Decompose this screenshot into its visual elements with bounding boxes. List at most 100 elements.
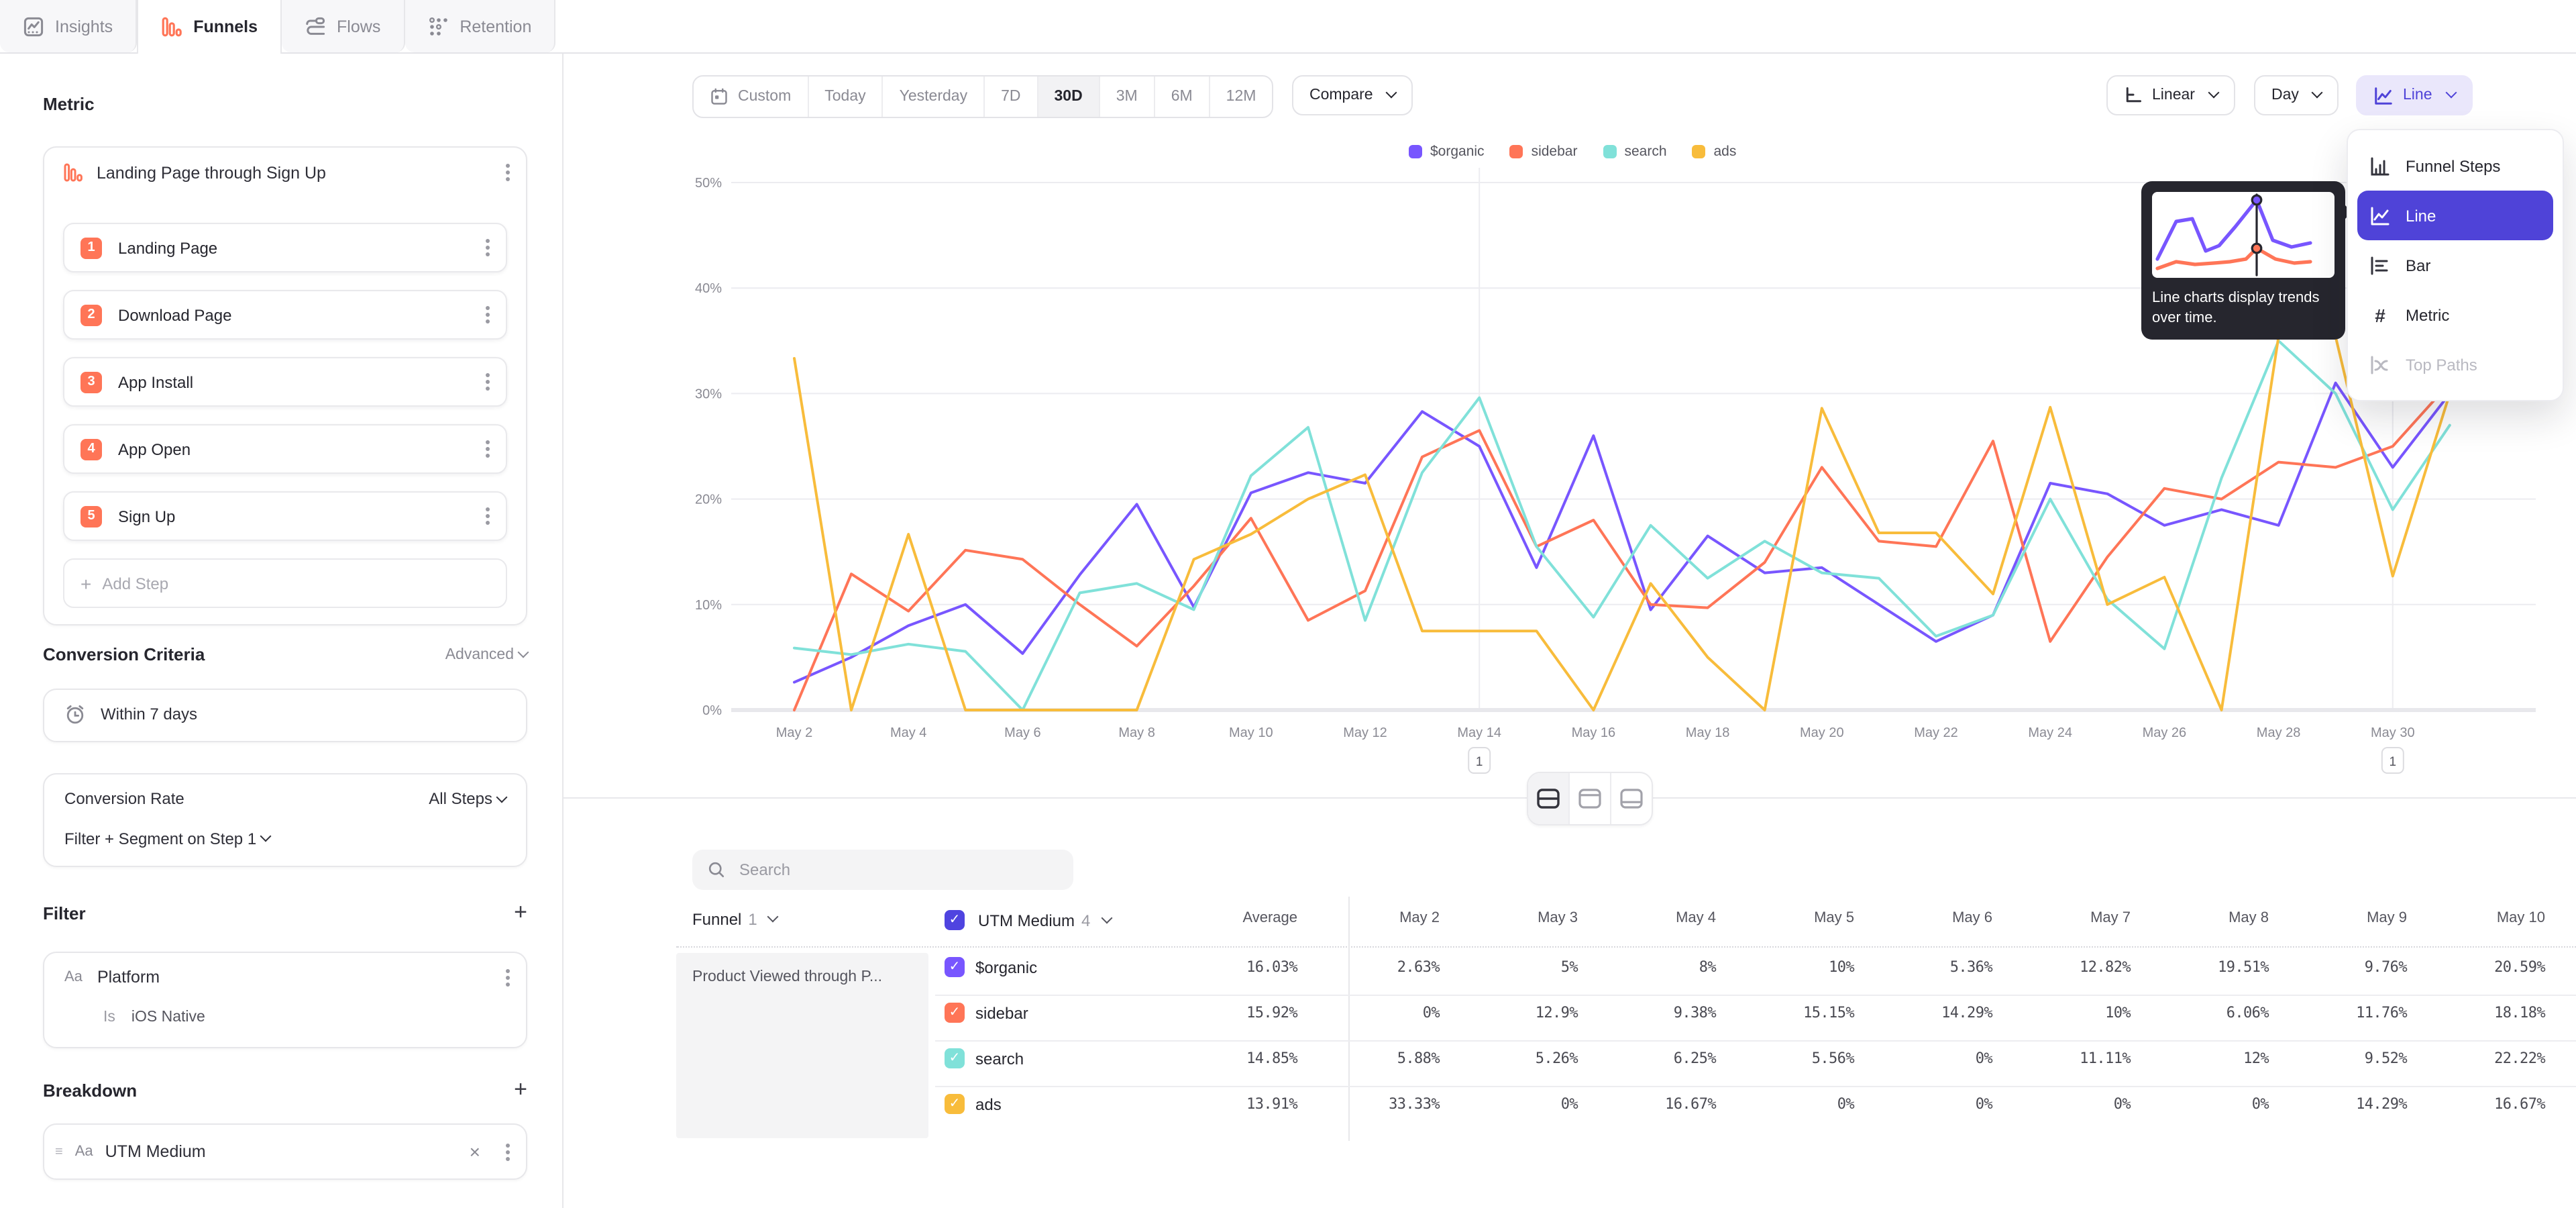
table-value-cell: 33.33%	[1292, 1095, 1440, 1113]
step-label: App Open	[118, 440, 470, 458]
table-search-input[interactable]: Search	[692, 850, 1073, 890]
legend-item-ads[interactable]: ads	[1693, 144, 1737, 160]
step-kebab-icon[interactable]	[486, 380, 490, 384]
table-value-cell: 9.52%	[2259, 1050, 2407, 1067]
table-value-cell: 10%	[1707, 958, 1854, 976]
legend-item-search[interactable]: search	[1603, 144, 1666, 160]
legend-item-organic[interactable]: $organic	[1409, 144, 1485, 160]
legend-item-sidebar[interactable]: sidebar	[1510, 144, 1578, 160]
series-checkbox[interactable]: ✓	[945, 1048, 965, 1068]
filter-property[interactable]: Platform	[97, 968, 491, 987]
series-line-organic	[794, 383, 2450, 683]
menu-item-funnel-steps[interactable]: Funnel Steps	[2357, 141, 2553, 191]
chart-type-button[interactable]: Line	[2356, 75, 2473, 115]
scale-button[interactable]: Linear	[2106, 75, 2235, 115]
add-breakdown-button[interactable]: +	[514, 1076, 527, 1103]
table-column-header[interactable]: Average	[1150, 910, 1297, 926]
tab-funnels[interactable]: Funnels	[137, 0, 282, 54]
tab-flows[interactable]: Flows	[282, 0, 405, 52]
range-button-3m[interactable]: 3M	[1100, 77, 1155, 117]
drag-handle-icon[interactable]: ≡	[55, 1144, 63, 1159]
range-button-12m[interactable]: 12M	[1210, 77, 1273, 117]
add-step-button[interactable]: + Add Step	[63, 558, 507, 608]
x-axis-tick: May 10	[1229, 725, 1273, 740]
layout-chart-view-button[interactable]	[1570, 773, 1611, 824]
funnel-step-4[interactable]: 4 App Open	[63, 424, 507, 474]
range-button-6m[interactable]: 6M	[1155, 77, 1210, 117]
layout-table-view-button[interactable]	[1611, 773, 1652, 824]
breakdown-column-header[interactable]: ✓ UTM Medium 4	[945, 910, 1110, 930]
table-column-header[interactable]: May 5	[1707, 910, 1854, 926]
series-name: search	[975, 1050, 1024, 1068]
chevron-down-icon	[2208, 87, 2219, 99]
table-column-header[interactable]: May 10	[2398, 910, 2545, 926]
table-value-cell: 5.36%	[1845, 958, 1992, 976]
series-name: ads	[975, 1095, 1002, 1114]
series-checkbox[interactable]: ✓	[945, 957, 965, 977]
funnel-step-5[interactable]: 5 Sign Up	[63, 491, 507, 541]
conversion-window-card[interactable]: Within 7 days	[43, 689, 527, 742]
table-column-header[interactable]: May 8	[2121, 910, 2269, 926]
table-value-cell: 18.18%	[2398, 1004, 2545, 1021]
range-button-7d[interactable]: 7D	[985, 77, 1038, 117]
breakdown-property[interactable]: UTM Medium	[105, 1142, 458, 1161]
remove-breakdown-icon[interactable]: ×	[470, 1141, 480, 1162]
y-axis-tick: 40%	[695, 281, 722, 296]
table-column-header[interactable]: May 2	[1292, 910, 1440, 926]
series-line-ads	[794, 337, 2450, 710]
range-button-yesterday[interactable]: Yesterday	[883, 77, 985, 117]
menu-item-line[interactable]: Line	[2357, 191, 2553, 240]
metric-kebab-icon[interactable]	[506, 170, 510, 174]
filter-kebab-icon[interactable]	[506, 975, 510, 979]
y-axis-tick: 20%	[695, 493, 722, 507]
y-axis-tick: 0%	[702, 703, 722, 718]
compare-button[interactable]: Compare	[1292, 75, 1413, 115]
menu-item-metric[interactable]: # Metric	[2357, 290, 2553, 340]
filter-card: Aa Platform Is iOS Native	[43, 952, 527, 1048]
funnel-step-1[interactable]: 1 Landing Page	[63, 223, 507, 272]
tab-retention[interactable]: Retention	[405, 0, 555, 52]
step-kebab-icon[interactable]	[486, 246, 490, 250]
range-button-today[interactable]: Today	[808, 77, 883, 117]
table-column-header[interactable]: May 6	[1845, 910, 1992, 926]
filter-value[interactable]: iOS Native	[131, 1009, 205, 1025]
granularity-button[interactable]: Day	[2254, 75, 2339, 115]
funnel-row-cell[interactable]: Product Viewed through P...	[676, 953, 928, 1138]
granularity-label: Day	[2271, 87, 2299, 103]
table-column-header[interactable]: May 9	[2259, 910, 2407, 926]
layout-split-view-button[interactable]	[1528, 773, 1570, 824]
legend-swatch	[1693, 145, 1706, 158]
range-button-30d[interactable]: 30D	[1038, 77, 1100, 117]
metric-card-header[interactable]: Landing Page through Sign Up	[63, 162, 510, 183]
annotation-badge[interactable]: 1	[2382, 748, 2404, 773]
step-kebab-icon[interactable]	[486, 313, 490, 317]
step-kebab-icon[interactable]	[486, 447, 490, 451]
funnel-column-header[interactable]: Funnel 1	[692, 910, 777, 929]
legend-label: $organic	[1430, 144, 1485, 160]
step-kebab-icon[interactable]	[486, 514, 490, 518]
annotation-badge[interactable]: 1	[1468, 748, 1490, 773]
select-all-checkbox[interactable]: ✓	[945, 910, 965, 930]
table-view-icon	[1619, 788, 1644, 809]
range-button-custom[interactable]: Custom	[694, 77, 808, 117]
series-checkbox[interactable]: ✓	[945, 1003, 965, 1023]
advanced-dropdown[interactable]: Advanced	[445, 646, 527, 662]
funnel-step-2[interactable]: 2 Download Page	[63, 290, 507, 340]
filter-operator[interactable]: Is	[103, 1009, 115, 1025]
table-column-header[interactable]: May 7	[1983, 910, 2131, 926]
add-filter-button[interactable]: +	[514, 899, 527, 926]
series-checkbox[interactable]: ✓	[945, 1094, 965, 1114]
tab-insights[interactable]: Insights	[0, 0, 137, 52]
filter-segment-dropdown[interactable]: Filter + Segment on Step 1	[64, 829, 270, 848]
funnel-step-3[interactable]: 3 App Install	[63, 357, 507, 407]
conversion-criteria-label: Conversion Criteria	[43, 644, 205, 664]
series-line-search	[794, 341, 2450, 710]
table-column-header[interactable]: May 4	[1568, 910, 1716, 926]
y-axis-tick: 10%	[695, 598, 722, 613]
menu-item-label: Bar	[2406, 256, 2430, 274]
all-steps-dropdown[interactable]: All Steps	[429, 789, 506, 808]
breakdown-kebab-icon[interactable]	[506, 1150, 510, 1154]
menu-item-bar[interactable]: Bar	[2357, 240, 2553, 290]
advanced-label: Advanced	[445, 646, 514, 662]
table-column-header[interactable]: May 3	[1430, 910, 1578, 926]
